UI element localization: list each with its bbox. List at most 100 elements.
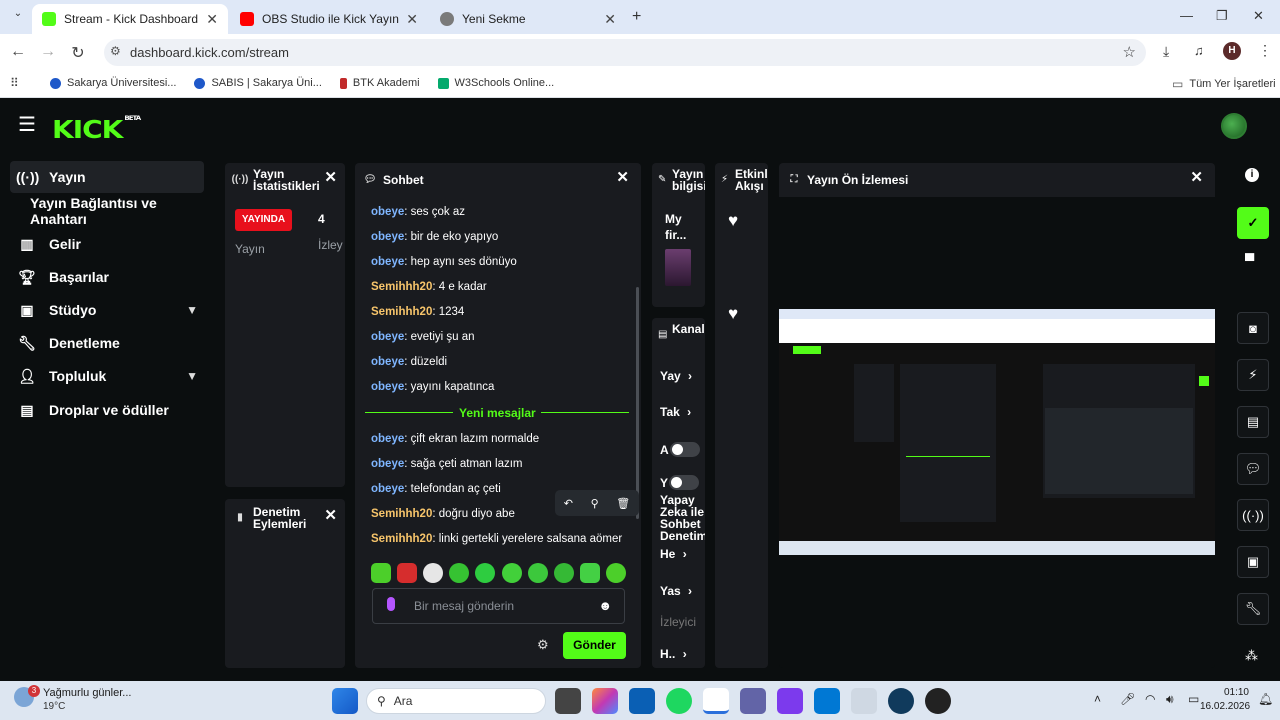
rail-button-flash[interactable]: ⚡︎ [1237,359,1269,391]
undo-icon[interactable]: ↶ [564,497,573,510]
close-panel-icon[interactable]: ✕ [616,170,629,185]
chat-username[interactable]: Semihhh20 [371,281,432,293]
toggle-switch[interactable] [669,475,700,490]
chat-scrollbar[interactable] [636,287,639,519]
action-row[interactable]: Yay › [660,369,692,383]
wifi-icon[interactable]: ◠ [1145,692,1155,706]
volume-icon[interactable]: 🔊︎ [1166,692,1174,707]
download-icon[interactable]: ⤓ [1163,43,1169,60]
close-tab-icon[interactable]: ✕ [206,11,218,28]
weather-text[interactable]: Yağmurlu günler... [43,687,131,699]
ai-row[interactable]: He › [660,547,687,561]
rail-button-studio[interactable]: ▣ [1237,546,1269,578]
vscode-icon[interactable] [814,688,840,714]
emote-icon[interactable] [579,563,600,583]
emote-icon[interactable] [397,563,418,583]
close-panel-icon[interactable]: ✕ [324,508,337,523]
close-tab-icon[interactable]: ✕ [604,11,616,28]
site-info-icon[interactable]: ⚙ [110,44,121,58]
chevron-up-icon[interactable]: ˄ [1094,692,1101,706]
sidebar-item-yayin[interactable]: ((·)) Yayın [10,161,204,193]
bookmark-sabis[interactable]: SABIS | Sakarya Üni... [194,77,322,89]
chat-username[interactable]: obeye [371,483,404,495]
emote-icon[interactable] [553,563,574,583]
sidebar-item-stream-key[interactable]: Yayın Bağlantısı ve Anahtarı [24,195,212,227]
chat-username[interactable]: obeye [371,381,404,393]
apps-grid-icon[interactable]: ⠿ [10,76,19,90]
sidebar-item-studyo[interactable]: ▣ Stüdyo ▼ [10,294,204,326]
emote-icon[interactable] [449,563,470,583]
user-avatar[interactable] [1221,113,1247,139]
chat-username[interactable]: obeye [371,206,404,218]
outlook-icon[interactable] [629,688,655,714]
info-icon[interactable]: i [1245,168,1259,182]
bookmark-btk[interactable]: BTK Akademi [339,77,420,89]
reload-icon[interactable]: ↻ [64,43,92,63]
rail-button-camera[interactable]: ◙ [1237,312,1269,344]
tab-new[interactable]: Yeni Sekme ✕ [430,4,626,34]
sidebar-item-denetleme[interactable]: 🔧︎ Denetleme [10,327,204,359]
task-view-icon[interactable] [555,688,581,714]
app-icon[interactable] [888,688,914,714]
emote-icon[interactable] [475,563,496,583]
hamburger-menu-icon[interactable]: ☰ [18,115,36,135]
back-icon[interactable]: ← [4,43,32,61]
chrome-icon[interactable] [703,688,729,714]
ai-row[interactable]: Yas › [660,584,692,598]
chat-input[interactable]: Bir mesaj gönderin ☻ [372,588,625,624]
layout-icon[interactable]: ▀ [1245,253,1254,268]
tab-kick-dashboard[interactable]: Stream - Kick Dashboard ✕ [32,4,228,34]
sidebar-item-gelir[interactable]: ▥ Gelir [10,228,204,260]
emote-icon[interactable] [423,563,444,583]
chat-username[interactable]: obeye [371,331,404,343]
send-button[interactable]: Gönder [563,632,626,659]
toggle-switch[interactable] [669,442,700,457]
trash-icon[interactable]: 🗑︎ [616,497,630,510]
close-window-icon[interactable]: ✕ [1253,8,1264,24]
teams-icon[interactable] [740,688,766,714]
forward-icon[interactable]: → [34,43,62,61]
preview-video[interactable] [779,309,1215,555]
spotify-icon[interactable] [666,688,692,714]
gear-icon[interactable]: ⚙ [537,637,549,653]
windows-start-icon[interactable] [332,688,358,714]
maximize-icon[interactable]: ❐ [1216,8,1228,24]
battery-icon[interactable]: ▭ [1188,692,1199,706]
tab-obs-video[interactable]: OBS Studio ile Kick Yayını Nasıl ✕ [230,4,428,34]
emote-icon[interactable] [605,563,626,583]
media-icon[interactable]: ♫ [1194,43,1204,58]
bookmark-sakarya[interactable]: Sakarya Üniversitesi... [50,77,176,89]
emote-icon[interactable] [527,563,548,583]
new-tab-icon[interactable]: + [632,8,641,26]
all-bookmarks[interactable]: ▭ Tüm Yer İşaretleri [1172,77,1276,91]
rail-button-notes[interactable]: ▤ [1237,406,1269,438]
chat-username[interactable]: obeye [371,356,404,368]
bookmark-w3schools[interactable]: W3Schools Online... [437,77,554,89]
copilot-icon[interactable] [592,688,618,714]
chat-username[interactable]: obeye [371,458,404,470]
close-tab-icon[interactable]: ✕ [406,11,418,28]
chat-username[interactable]: Semihhh20 [371,508,432,520]
minimize-icon[interactable]: — [1180,8,1193,23]
notifications-icon[interactable]: 🔔︎ [1258,692,1273,706]
rail-button-broadcast[interactable]: ((·)) [1237,499,1269,531]
rail-button-chat[interactable]: 💬︎ [1237,453,1269,485]
clock-date[interactable]: 16.02.2026 [1200,701,1250,712]
close-panel-icon[interactable]: ✕ [324,170,337,185]
taskbar-search[interactable]: ⚲ Ara [366,688,546,714]
emoji-icon[interactable]: ☻ [598,598,612,613]
sidebar-item-basarilar[interactable]: 🏆︎ Başarılar [10,261,204,293]
chat-username[interactable]: obeye [371,433,404,445]
kick-logo[interactable]: KICK BETA [52,115,141,145]
pin-icon[interactable]: ⚲ [591,497,599,510]
chat-username[interactable]: Semihhh20 [371,306,432,318]
sidebar-item-topluluk[interactable]: 👤︎ Topluluk ▼ [10,360,204,392]
emote-icon[interactable] [371,563,391,583]
microphone-icon[interactable] [387,597,395,611]
rail-button-wrench[interactable]: 🔧︎ [1237,593,1269,625]
obs-icon[interactable] [925,688,951,714]
chat-username[interactable]: Semihhh20 [371,533,432,545]
tab-list-icon[interactable]: ⌄ [8,8,28,26]
action-row[interactable]: Tak › [660,405,691,419]
ai-row[interactable]: H.. › [660,647,687,661]
